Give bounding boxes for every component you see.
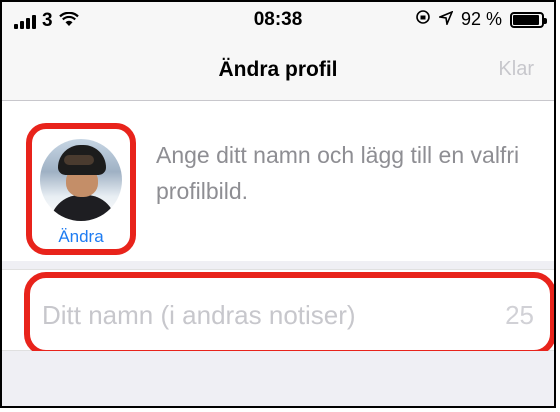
content: Ändra Ange ditt namn och lägg till en va…	[2, 101, 554, 406]
rotation-lock-icon	[415, 9, 431, 30]
done-button[interactable]: Klar	[498, 58, 534, 81]
character-counter: 25	[505, 300, 534, 330]
phone-screen: 3 08:38 92 % Ändra profil Klar Ändra Ang…	[0, 0, 556, 408]
battery-percentage: 92 %	[460, 9, 502, 29]
background-area	[2, 351, 554, 406]
status-bar: 3 08:38 92 %	[2, 2, 554, 40]
battery-icon	[510, 11, 547, 28]
page-title: Ändra profil	[218, 58, 338, 81]
name-row: 25	[2, 269, 554, 356]
status-right: 92 %	[415, 9, 547, 30]
battery-fill	[513, 14, 539, 25]
name-input[interactable]	[40, 292, 464, 338]
name-field-highlight: 25	[24, 272, 554, 356]
location-icon	[437, 9, 454, 30]
edit-photo-link[interactable]: Ändra	[32, 227, 130, 247]
avatar-highlight[interactable]: Ändra	[26, 123, 136, 255]
profile-hint: Ange ditt namn och lägg till en valfri p…	[156, 142, 520, 204]
avatar[interactable]	[40, 139, 122, 221]
profile-section: Ändra Ange ditt namn och lägg till en va…	[2, 101, 554, 261]
navigation-bar: Ändra profil Klar	[2, 40, 554, 101]
